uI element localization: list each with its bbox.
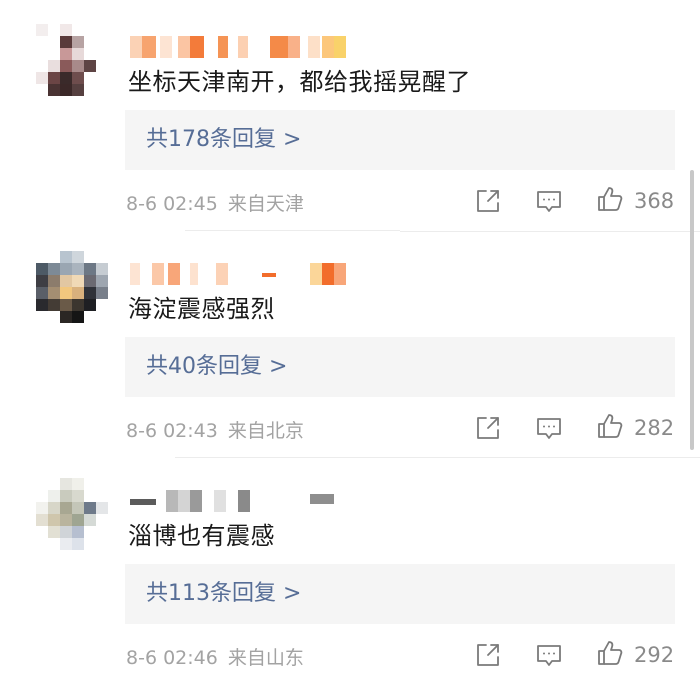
avatar[interactable] — [36, 24, 108, 104]
comment-item: 淄博也有震感 共113条回复 > 8-6 02:46 来自山东 292 — [0, 454, 700, 681]
thumbs-up-icon[interactable] — [596, 639, 624, 667]
location: 来自北京 — [227, 420, 304, 442]
view-replies-button[interactable]: 共178条回复 > — [125, 110, 675, 170]
location: 来自山东 — [227, 647, 304, 669]
comment-item: 海淀震感强烈 共40条回复 > 8-6 02:43 来自北京 282 — [0, 227, 700, 458]
avatar[interactable] — [36, 251, 108, 331]
view-replies-button[interactable]: 共40条回复 > — [125, 337, 675, 397]
timestamp: 8-6 02:43 — [126, 420, 218, 442]
thumbs-up-icon[interactable] — [596, 185, 624, 213]
timestamp: 8-6 02:45 — [126, 193, 218, 215]
share-icon[interactable] — [474, 414, 502, 442]
username[interactable] — [130, 263, 360, 287]
location: 来自天津 — [227, 193, 304, 215]
like-count: 368 — [634, 189, 675, 213]
comment-text: 坐标天津南开，都给我摇晃醒了 — [128, 68, 471, 96]
comment-meta: 8-6 02:46 来自山东 — [126, 643, 304, 670]
avatar[interactable] — [36, 478, 108, 558]
thumbs-up-icon[interactable] — [596, 412, 624, 440]
username[interactable] — [130, 36, 360, 60]
comment-icon[interactable] — [535, 641, 563, 669]
comment-meta: 8-6 02:45 来自天津 — [126, 189, 304, 216]
like-count: 282 — [634, 416, 675, 440]
comment-meta: 8-6 02:43 来自北京 — [126, 416, 304, 443]
comment-icon[interactable] — [535, 414, 563, 442]
comment-text: 海淀震感强烈 — [128, 295, 275, 323]
comment-item: 坐标天津南开，都给我摇晃醒了 共178条回复 > 8-6 02:45 来自天津 3… — [0, 0, 700, 232]
comment-text: 淄博也有震感 — [128, 522, 275, 550]
scrollbar[interactable] — [690, 170, 694, 450]
comment-icon[interactable] — [535, 187, 563, 215]
like-count: 292 — [634, 643, 675, 667]
view-replies-button[interactable]: 共113条回复 > — [125, 564, 675, 624]
username[interactable] — [130, 490, 360, 514]
timestamp: 8-6 02:46 — [126, 647, 218, 669]
share-icon[interactable] — [474, 641, 502, 669]
share-icon[interactable] — [474, 187, 502, 215]
